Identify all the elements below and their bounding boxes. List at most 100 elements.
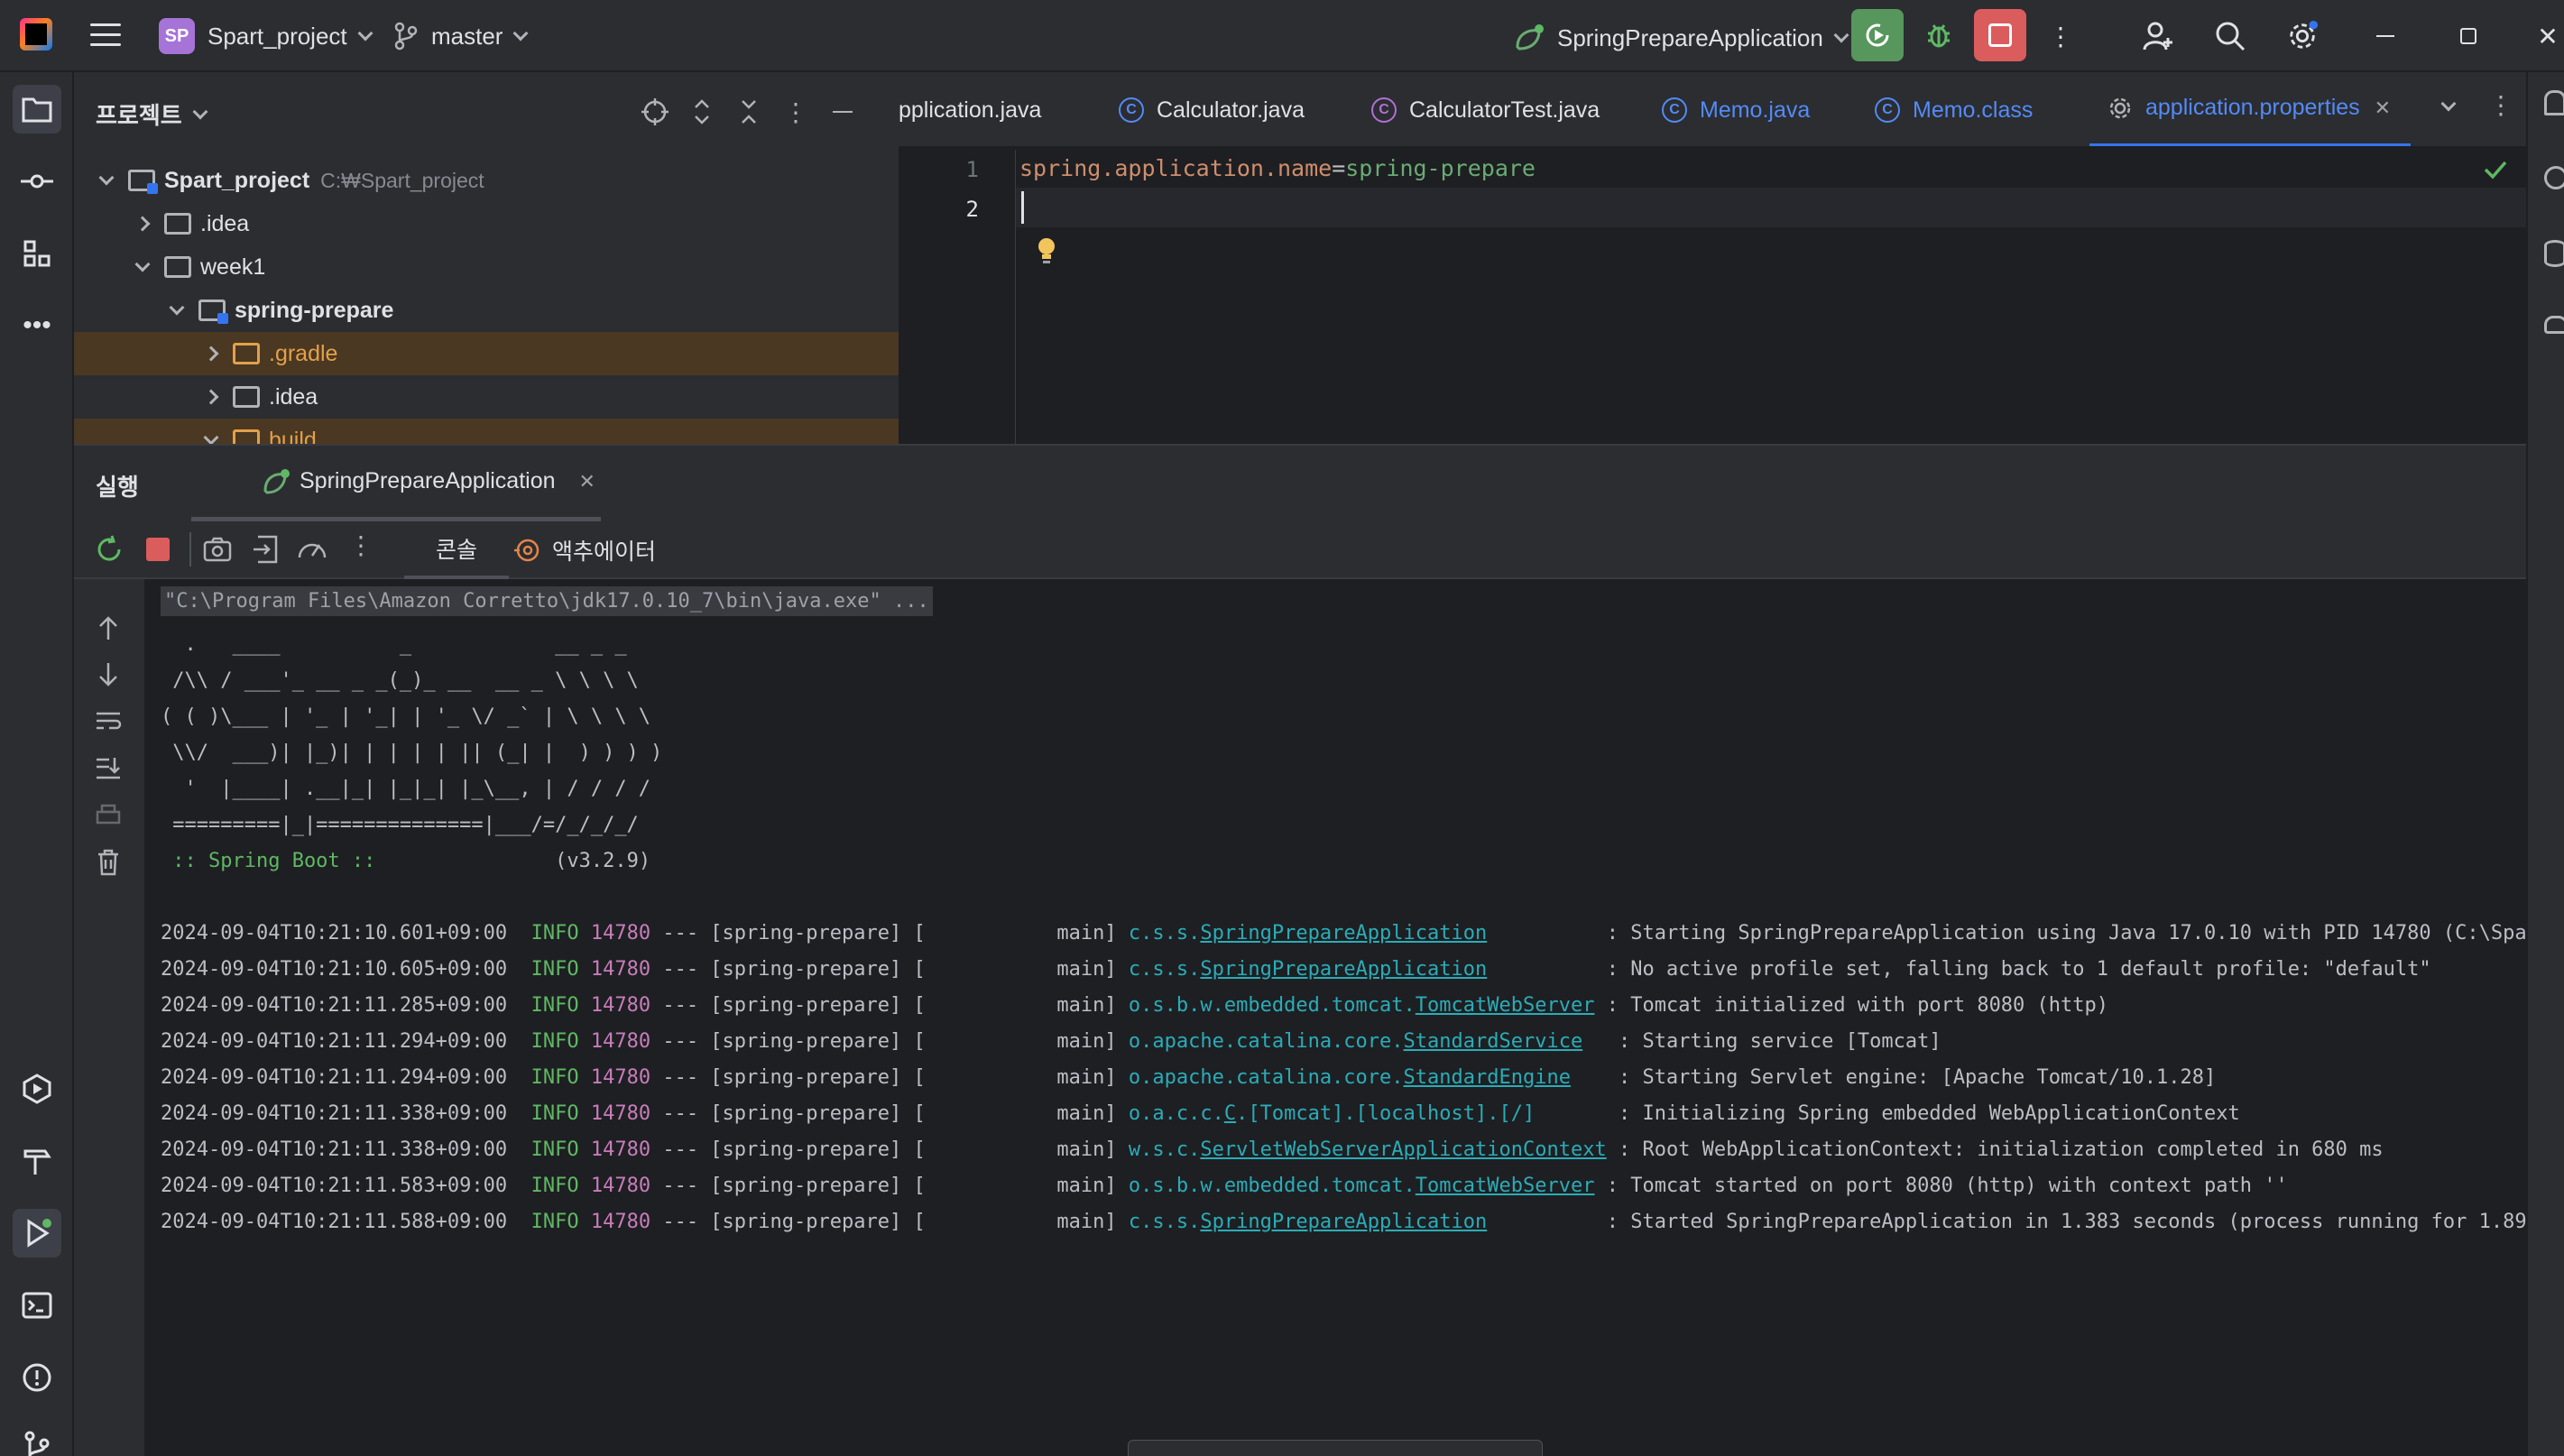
tab-list-chevron-icon[interactable] <box>2440 96 2457 114</box>
log-logger: o.s.b.w.embedded.tomcat.TomcatWebServer <box>1129 1175 1595 1197</box>
gradle-icon[interactable] <box>2544 316 2564 334</box>
branch-selector[interactable]: master <box>393 22 529 51</box>
trash-icon[interactable] <box>92 846 125 879</box>
tree-item-idea[interactable]: .idea <box>74 202 899 245</box>
more-actions-icon[interactable]: ⋮ <box>2044 20 2077 52</box>
log-logger-class-link[interactable]: StandardService <box>1404 1030 1583 1053</box>
java-command-line[interactable]: "C:\Program Files\Amazon Corretto\jdk17.… <box>161 586 933 616</box>
tree-item-spring-prepare[interactable]: spring-prepare <box>74 289 899 332</box>
problems-icon[interactable] <box>13 1353 61 1402</box>
run-toolbar: ⋮ 콘솔 액추에이터 <box>74 521 2526 579</box>
locate-file-icon[interactable] <box>637 94 673 130</box>
tab-calculatortest-java[interactable]: C CalculatorTest.java <box>1353 72 1618 146</box>
log-logger-class-link[interactable]: StandardEngine <box>1404 1066 1571 1089</box>
print-icon[interactable] <box>92 799 125 832</box>
tree-item-idea-inner[interactable]: .idea <box>74 375 899 419</box>
collapse-all-icon[interactable] <box>731 94 767 130</box>
tree-item-root[interactable]: Spart_project C:₩Spart_project <box>74 159 899 202</box>
hide-panel-icon[interactable] <box>825 94 861 130</box>
project-panel-title[interactable]: 프로젝트 <box>96 97 208 131</box>
spring-banner-line: ' |____| .__|_| |_|_| |_\__, | / / / / <box>161 778 651 800</box>
log-logger-class-link[interactable]: TomcatWebServer <box>1416 1175 1595 1197</box>
log-timestamp: 2024-09-04T10:21:11.294+09:00 <box>161 1030 508 1053</box>
structure-icon[interactable] <box>13 229 61 278</box>
log-line[interactable]: 2024-09-04T10:21:11.583+09:00 INFO 14780… <box>161 1175 2288 1197</box>
notifications-icon[interactable] <box>2544 90 2564 115</box>
tab-console[interactable]: 콘솔 <box>404 521 509 579</box>
tab-memo-class[interactable]: C Memo.class <box>1857 72 2051 146</box>
soft-wrap-icon[interactable] <box>92 705 125 738</box>
tab-memo-java[interactable]: C Memo.java <box>1644 72 1828 146</box>
minimize-window-icon[interactable] <box>2369 20 2402 52</box>
main-menu-icon[interactable] <box>90 23 121 47</box>
log-line[interactable]: 2024-09-04T10:21:11.294+09:00 INFO 14780… <box>161 1030 1941 1053</box>
no-problems-check-icon[interactable] <box>2483 159 2508 180</box>
tree-item-build[interactable]: build <box>74 419 899 444</box>
log-line[interactable]: 2024-09-04T10:21:11.338+09:00 INFO 14780… <box>161 1138 2384 1161</box>
tab-application-properties[interactable]: application.properties ✕ <box>2089 72 2411 146</box>
log-line[interactable]: 2024-09-04T10:21:10.605+09:00 INFO 14780… <box>161 958 2431 981</box>
options-icon[interactable]: ⋮ <box>778 94 814 130</box>
database-icon[interactable] <box>2544 240 2564 267</box>
log-logger-class-link[interactable]: SpringPrepareApplication <box>1200 958 1487 981</box>
tab-run-springprepareapplication[interactable]: SpringPrepareApplication ✕ <box>191 446 601 521</box>
log-line[interactable]: 2024-09-04T10:21:11.285+09:00 INFO 14780… <box>161 994 2108 1017</box>
services-icon[interactable] <box>13 1064 61 1113</box>
java-class-icon: C <box>1119 97 1144 123</box>
tab-calculator-java[interactable]: C Calculator.java <box>1101 72 1323 146</box>
close-tab-icon[interactable]: ✕ <box>579 470 595 493</box>
code-line-1[interactable]: spring.application.name=spring-prepare <box>1019 155 1536 181</box>
restore-window-icon[interactable] <box>2452 20 2485 52</box>
intention-bulb-icon[interactable] <box>1036 236 1057 265</box>
log-line[interactable]: 2024-09-04T10:21:11.294+09:00 INFO 14780… <box>161 1066 2216 1089</box>
log-logger-class-link[interactable]: SpringPrepareApplication <box>1200 1211 1487 1233</box>
run-tool-icon[interactable] <box>13 1209 61 1258</box>
project-selector[interactable]: SP Spart_project <box>159 18 374 54</box>
console-output[interactable]: "C:\Program Files\Amazon Corretto\jdk17.… <box>161 579 2526 1456</box>
run-config-selector[interactable]: SpringPrepareApplication <box>1512 22 1849 54</box>
profiler-gauge-icon[interactable] <box>296 534 328 565</box>
camera-icon[interactable] <box>202 534 233 565</box>
editor-options-icon[interactable]: ⋮ <box>2488 90 2513 120</box>
expand-all-icon[interactable] <box>684 94 720 130</box>
tab-actuator[interactable]: 액추에이터 <box>512 521 656 579</box>
rerun-button[interactable] <box>1851 9 1904 61</box>
terminal-icon[interactable] <box>13 1281 61 1330</box>
add-user-icon[interactable] <box>2142 20 2174 52</box>
stop-icon[interactable] <box>146 538 170 561</box>
tree-item-gradle[interactable]: .gradle <box>74 332 899 375</box>
arrow-up-icon[interactable] <box>92 612 125 644</box>
more-options-icon[interactable]: ⋮ <box>348 530 374 560</box>
rerun-icon[interactable] <box>94 534 125 565</box>
log-line[interactable]: 2024-09-04T10:21:11.588+09:00 INFO 14780… <box>161 1211 2526 1233</box>
log-logger-class-link[interactable]: C <box>1224 1102 1236 1125</box>
project-tool-folder-icon[interactable] <box>13 85 61 134</box>
log-logger-class-link[interactable]: SpringPrepareApplication <box>1200 922 1487 945</box>
debug-button[interactable] <box>1913 9 1965 61</box>
exit-icon[interactable] <box>251 534 281 565</box>
close-window-icon[interactable]: ✕ <box>2532 20 2564 52</box>
log-line[interactable]: 2024-09-04T10:21:11.338+09:00 INFO 14780… <box>161 1102 2240 1125</box>
log-logger-class-link[interactable]: ServletWebServerApplicationContext <box>1200 1138 1606 1161</box>
log-logger-class-link[interactable]: TomcatWebServer <box>1416 994 1595 1017</box>
commit-icon[interactable] <box>13 157 61 206</box>
scroll-to-end-icon[interactable] <box>92 752 125 785</box>
search-icon[interactable] <box>2214 20 2246 52</box>
settings-gear-icon[interactable] <box>2286 20 2319 52</box>
log-padding <box>1535 1102 1619 1125</box>
log-logger: o.s.b.w.embedded.tomcat.TomcatWebServer <box>1129 994 1595 1017</box>
close-tab-icon[interactable]: ✕ <box>2375 97 2391 120</box>
log-padding <box>1607 1138 1619 1161</box>
tree-item-week1[interactable]: week1 <box>74 245 899 289</box>
title-bar: SP Spart_project master SpringPrepareApp… <box>0 0 2564 72</box>
stop-button[interactable] <box>1974 9 2026 61</box>
build-hammer-icon[interactable] <box>13 1137 61 1185</box>
log-line[interactable]: 2024-09-04T10:21:10.601+09:00 INFO 14780… <box>161 922 2526 945</box>
ai-assistant-icon[interactable] <box>2544 166 2564 189</box>
log-level: INFO <box>530 1138 579 1161</box>
more-tools-icon[interactable]: ••• <box>13 301 61 350</box>
chevron-right-icon <box>203 389 219 405</box>
arrow-down-icon[interactable] <box>92 659 125 691</box>
tab-application-java[interactable]: pplication.java <box>899 72 1059 146</box>
git-icon[interactable] <box>13 1422 61 1456</box>
